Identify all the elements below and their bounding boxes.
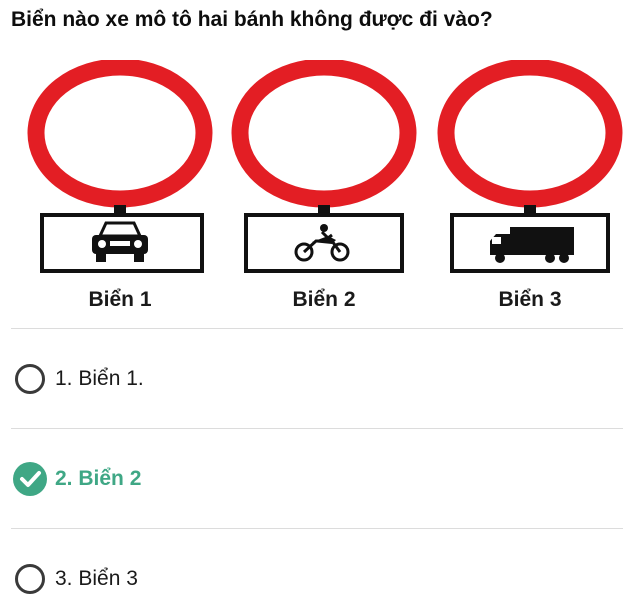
sign-1-label: Biển 1 [88,288,152,311]
question-text: Biển nào xe mô tô hai bánh không được đi… [11,8,493,31]
sign-3-label: Biển 3 [498,288,562,311]
radio-unchecked-icon[interactable] [15,564,45,594]
sign-3: Biển 3 [430,60,623,318]
sign-1: Biển 1 [20,60,220,318]
sign-2-label: Biển 2 [292,288,356,311]
answer-option-2-label: 2. Biển 2 [55,467,142,490]
radio-unchecked-icon[interactable] [15,364,45,394]
sign-2: Biển 2 [224,60,424,318]
divider [11,528,623,529]
divider [11,328,623,329]
answer-option-1-label: 1. Biển 1. [55,367,144,390]
answer-option-1[interactable]: 1. Biển 1. [11,349,611,409]
sign-images: Biển 1 Biển 2 Biển 3 [0,60,623,318]
answer-option-3-label: 3. Biển 3 [55,567,138,590]
no-entry-sign-motorcycle [231,60,417,273]
no-entry-sign-car [27,60,213,273]
no-entry-sign-truck [437,60,623,273]
answer-option-3[interactable]: 3. Biển 3 [11,549,611,609]
check-circle-icon[interactable] [13,462,47,496]
divider [11,428,623,429]
answer-option-2[interactable]: 2. Biển 2 [11,449,611,509]
